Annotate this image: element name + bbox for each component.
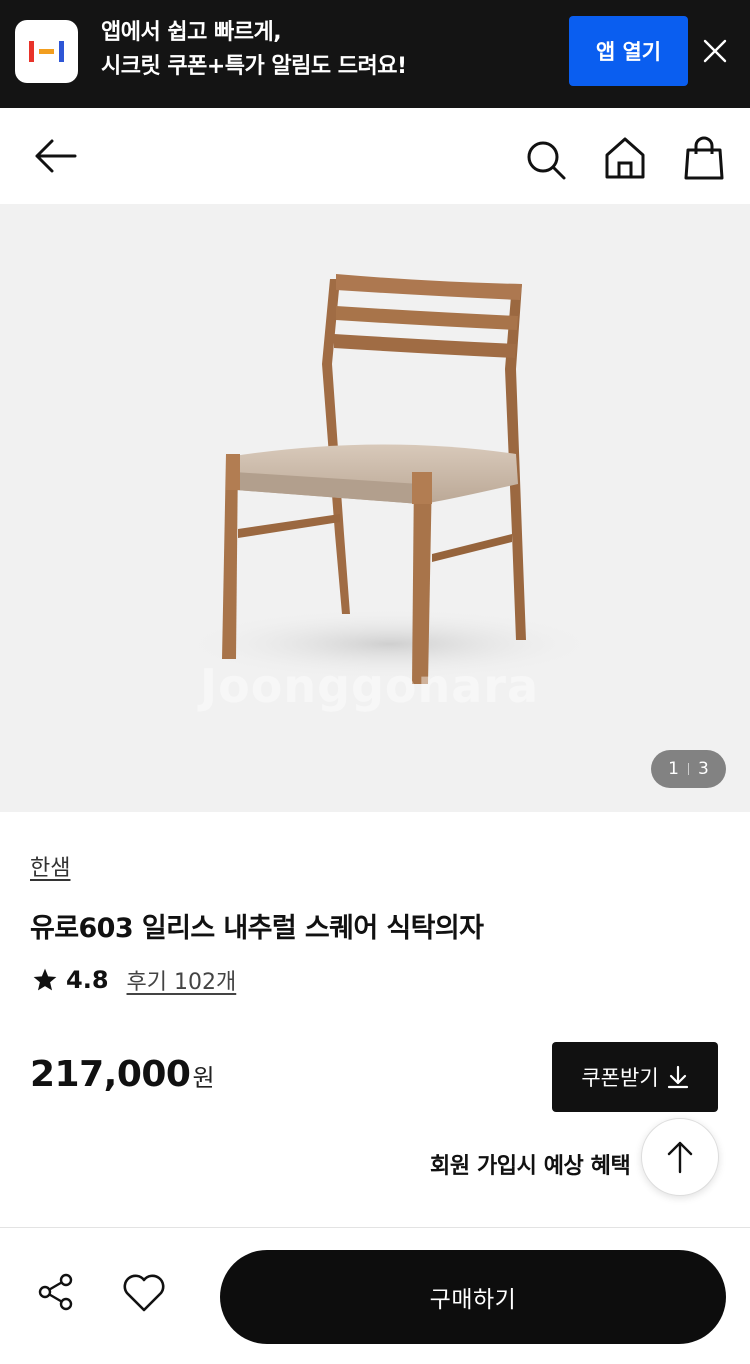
search-icon[interactable] (524, 138, 568, 182)
top-header (0, 108, 750, 204)
buy-button[interactable]: 구매하기 (220, 1250, 726, 1344)
total-image-count: 3 (698, 759, 709, 779)
price-value: 217,000 (30, 1054, 191, 1095)
price-currency: 원 (192, 1064, 215, 1092)
brand-link[interactable]: 한샘 (30, 850, 70, 882)
heart-icon[interactable] (120, 1272, 168, 1314)
bottom-action-bar: 구매하기 (0, 1227, 750, 1364)
banner-line-1: 앱에서 쉽고 빠르게, (101, 20, 282, 45)
open-app-button[interactable]: 앱 열기 (569, 16, 688, 86)
close-icon[interactable] (700, 36, 730, 66)
rating-score: 4.8 (66, 966, 109, 994)
scroll-to-top-button[interactable] (641, 1118, 719, 1196)
banner-line-2: 시크릿 쿠폰+특가 알림도 드려요! (101, 54, 407, 79)
download-icon (667, 1065, 688, 1089)
review-count-link[interactable]: 후기 102개 (127, 964, 237, 996)
price: 217,000 원 (30, 1054, 215, 1095)
watermark-text: Joonggonara (200, 659, 540, 713)
arrow-up-icon (667, 1141, 693, 1174)
product-image[interactable]: Joonggonara 1 3 (0, 204, 750, 812)
coupon-button[interactable]: 쿠폰받기 (552, 1042, 718, 1112)
chair-image (180, 274, 600, 684)
home-icon[interactable] (604, 136, 646, 180)
counter-divider (688, 763, 689, 775)
member-benefit-text[interactable]: 회원 가입시 예상 혜택 (430, 1148, 645, 1180)
image-counter: 1 3 (651, 750, 726, 788)
shopping-bag-icon[interactable] (684, 135, 724, 181)
product-title: 유로603 일리스 내추럴 스퀘어 식탁의자 (30, 913, 484, 944)
star-icon (33, 968, 57, 991)
app-banner: 앱에서 쉽고 빠르게, 시크릿 쿠폰+특가 알림도 드려요! 앱 열기 (0, 0, 750, 108)
back-arrow-icon[interactable] (32, 136, 78, 176)
current-image-index: 1 (668, 759, 679, 779)
banner-message: 앱에서 쉽고 빠르게, 시크릿 쿠폰+특가 알림도 드려요! (101, 16, 407, 84)
coupon-button-label: 쿠폰받기 (581, 1066, 659, 1090)
rating-row: 4.8 후기 102개 (32, 963, 236, 997)
app-logo-icon (15, 20, 78, 83)
share-icon[interactable] (36, 1272, 76, 1312)
